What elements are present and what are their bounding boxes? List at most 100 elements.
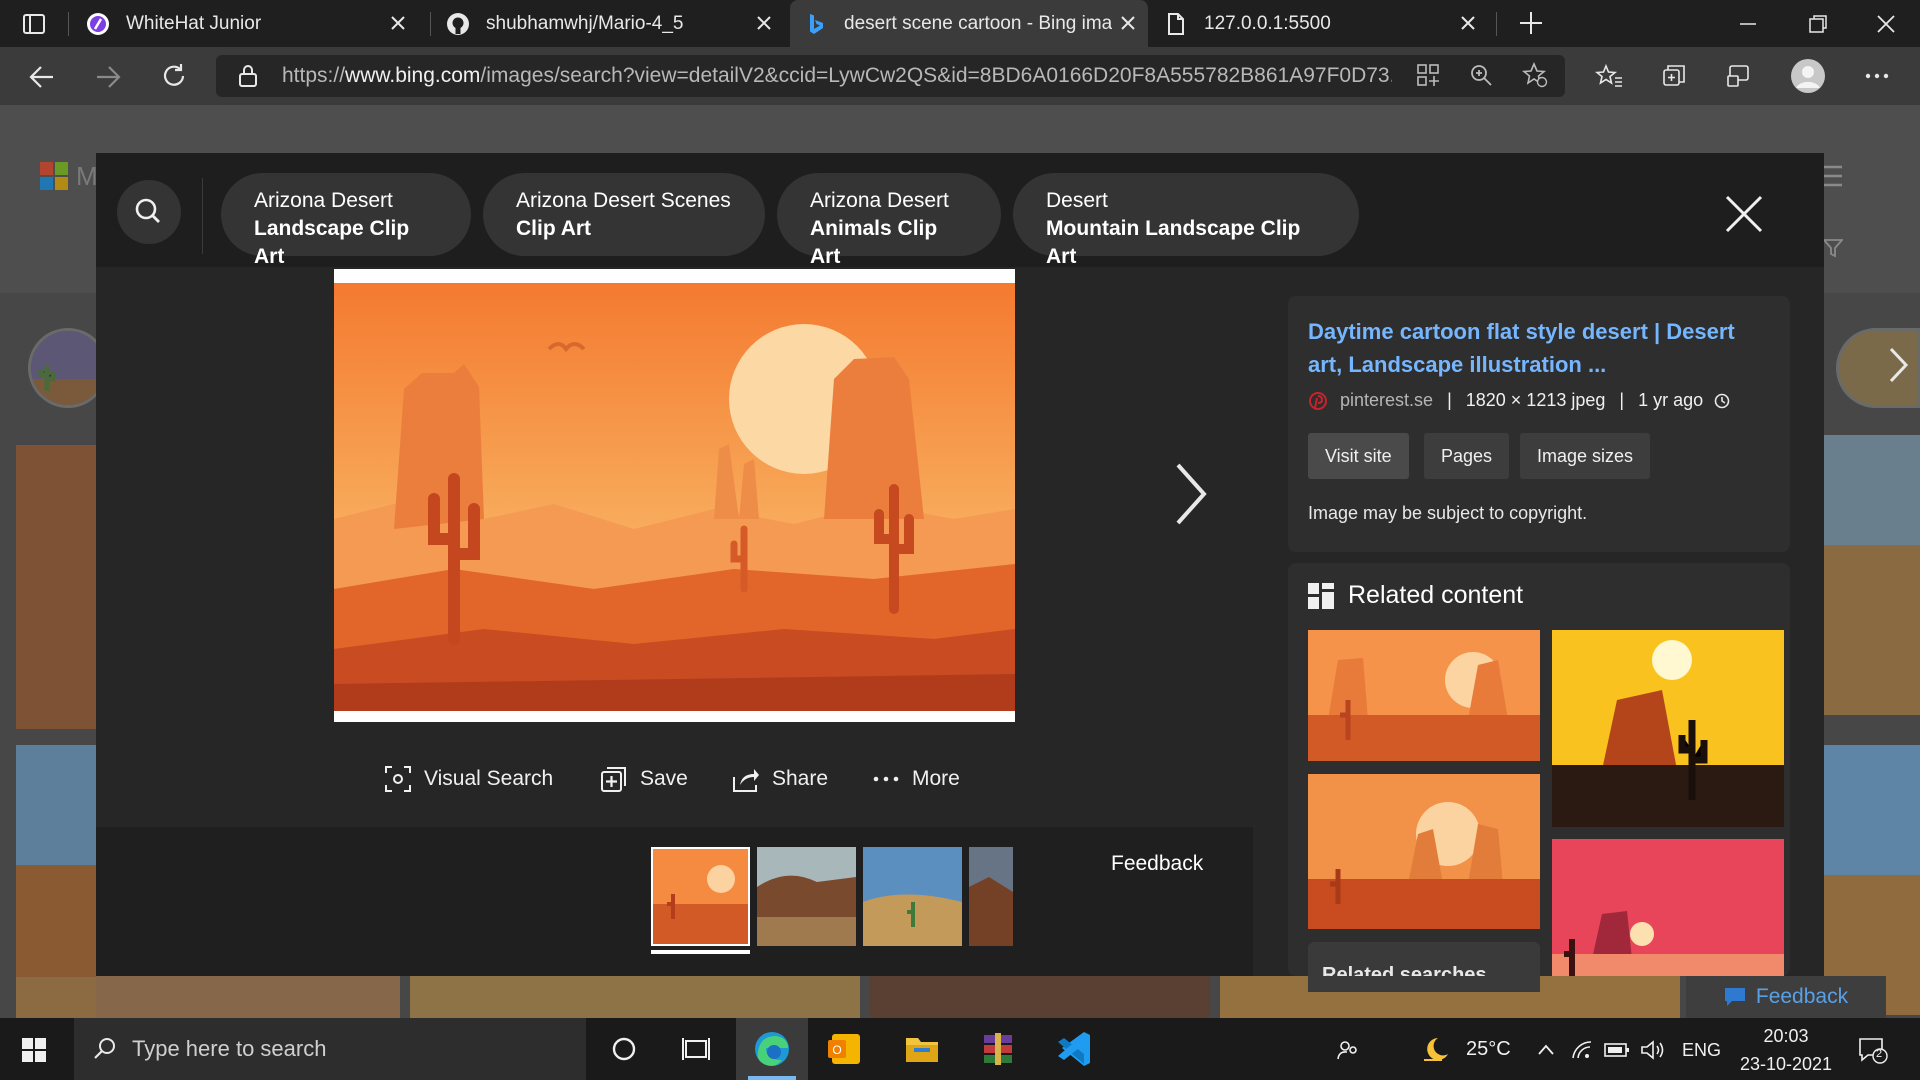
pill-line2: Clip Art	[516, 217, 592, 240]
chevron-up-icon[interactable]	[1536, 1040, 1556, 1060]
source-row: pinterest.se | 1820 × 1213 jpeg | 1 yr a…	[1308, 390, 1731, 411]
language-indicator[interactable]: ENG	[1682, 1040, 1721, 1061]
separator: |	[1619, 390, 1625, 410]
filter-icon[interactable]	[1823, 238, 1843, 258]
image-title-link[interactable]: Daytime cartoon flat style desert | Dese…	[1308, 315, 1748, 381]
page-feedback-button[interactable]: Feedback	[1686, 976, 1886, 1018]
clock-date[interactable]: 23-10-2021	[1736, 1054, 1836, 1075]
related-pill-4[interactable]: Desert Mountain Landscape Clip Art	[1013, 173, 1359, 268]
zoom-icon[interactable]	[1469, 63, 1493, 87]
related-pill-3[interactable]: Arizona Desert Animals Clip Art	[777, 173, 1001, 268]
windows-start-icon[interactable]	[22, 1038, 46, 1062]
url-text[interactable]: https://www.bing.com/images/search?view=…	[282, 64, 1392, 88]
add-favorite-icon[interactable]	[1522, 62, 1548, 88]
pages-button[interactable]: Pages	[1424, 433, 1510, 479]
battery-icon[interactable]	[1604, 1040, 1630, 1060]
related-pill-1[interactable]: Arizona Desert Landscape Clip Art	[221, 173, 471, 268]
file-explorer-icon[interactable]	[886, 1018, 958, 1080]
backdrop-bottom	[96, 976, 1824, 1018]
vscode-icon[interactable]	[1038, 1018, 1110, 1080]
share-button[interactable]: Share	[732, 765, 828, 793]
weather-icon[interactable]	[1420, 1034, 1452, 1064]
wifi-icon[interactable]	[1570, 1038, 1594, 1062]
pill-line2: Mountain Landscape Clip Art	[1046, 217, 1301, 268]
next-image-icon[interactable]	[1172, 459, 1208, 529]
filmstrip-thumb-active[interactable]	[651, 847, 750, 946]
close-window-icon[interactable]	[1874, 12, 1898, 36]
tab-whitehat[interactable]: WhiteHat Junior	[72, 0, 418, 47]
notifications-icon[interactable]: 2	[1858, 1036, 1888, 1064]
url-path: /images/search?view=detailV2&ccid=LywCw2…	[480, 64, 1392, 87]
save-label: Save	[640, 767, 688, 790]
related-grid-icon	[1308, 582, 1334, 609]
more-button[interactable]: More	[872, 765, 960, 793]
pill-line1: Arizona Desert	[810, 189, 949, 212]
related-image[interactable]	[1552, 839, 1784, 976]
source-link[interactable]: pinterest.se	[1340, 390, 1433, 411]
taskbar-search-placeholder: Type here to search	[132, 1036, 327, 1061]
new-tab-icon[interactable]	[1518, 10, 1544, 36]
tab-actions-icon[interactable]	[22, 12, 46, 36]
profile-avatar[interactable]	[1791, 59, 1825, 93]
tab-bing[interactable]: desert scene cartoon - Bing imag	[790, 0, 1148, 47]
pill-line1: Arizona Desert Scenes	[516, 189, 731, 212]
save-button[interactable]: Save	[600, 765, 688, 793]
next-related-icon[interactable]	[1886, 345, 1910, 385]
related-image[interactable]	[1308, 630, 1540, 761]
more-menu-icon[interactable]	[1864, 66, 1890, 86]
close-tab-icon[interactable]	[1458, 13, 1478, 33]
copyright-note: Image may be subject to copyright.	[1308, 503, 1588, 523]
outlook-taskbar-icon[interactable]: O	[810, 1018, 882, 1080]
visual-search-icon	[385, 766, 411, 792]
image-sizes-button[interactable]: Image sizes	[1520, 433, 1651, 479]
feedback-link[interactable]: Feedback	[1111, 852, 1203, 876]
filmstrip-thumb[interactable]	[757, 847, 856, 946]
related-image[interactable]	[1308, 774, 1540, 929]
forward-icon[interactable]	[94, 64, 122, 90]
share-label: Share	[772, 767, 829, 790]
tab-github[interactable]: shubhamwhj/Mario-4_5	[432, 0, 784, 47]
main-image[interactable]	[334, 269, 1015, 722]
edge-taskbar-icon[interactable]	[736, 1018, 808, 1080]
history-icon	[1714, 393, 1730, 408]
app-available-icon[interactable]	[1416, 63, 1440, 87]
filmstrip-thumb[interactable]	[969, 847, 1013, 946]
related-image[interactable]	[1552, 630, 1784, 827]
close-modal-icon[interactable]	[1724, 194, 1764, 234]
refresh-icon[interactable]	[160, 62, 188, 90]
lock-icon[interactable]	[238, 64, 258, 88]
temperature[interactable]: 25°C	[1466, 1038, 1511, 1061]
close-tab-icon[interactable]	[388, 13, 408, 33]
volume-icon[interactable]	[1640, 1038, 1666, 1062]
notification-count: 2	[1876, 1048, 1883, 1060]
back-icon[interactable]	[28, 64, 56, 90]
document-icon	[1168, 12, 1184, 35]
collections-icon[interactable]	[1661, 63, 1687, 89]
visit-site-button[interactable]: Visit site	[1308, 433, 1409, 479]
bing-logo-text: M	[76, 161, 98, 191]
winrar-icon[interactable]	[962, 1018, 1034, 1080]
microsoft-logo[interactable]	[40, 162, 68, 190]
tab-localhost[interactable]: 127.0.0.1:5500	[1150, 0, 1488, 47]
related-pill-2[interactable]: Arizona Desert Scenes Clip Art	[483, 173, 765, 256]
minimize-icon[interactable]	[1736, 12, 1760, 36]
pill-line2: Landscape Clip Art	[254, 217, 410, 268]
close-tab-icon[interactable]	[754, 13, 774, 33]
favorites-icon[interactable]	[1595, 63, 1623, 89]
taskbar-search-box[interactable]: Type here to search	[74, 1018, 586, 1080]
related-content-title: Related content	[1348, 581, 1524, 609]
more-label: More	[912, 767, 960, 790]
active-indicator	[651, 950, 750, 954]
filmstrip-thumb[interactable]	[863, 847, 962, 946]
clock-time[interactable]: 20:03	[1758, 1026, 1814, 1047]
cortana-icon[interactable]	[588, 1018, 660, 1080]
share-screen-icon[interactable]	[1726, 63, 1752, 89]
task-view-icon[interactable]	[660, 1018, 732, 1080]
tab-separator	[430, 12, 431, 36]
page-feedback-label: Feedback	[1755, 985, 1849, 1008]
visual-search-button[interactable]: Visual Search	[384, 765, 553, 793]
search-button[interactable]	[117, 180, 181, 244]
people-icon[interactable]	[1336, 1038, 1360, 1062]
close-tab-icon[interactable]	[1118, 13, 1138, 33]
restore-icon[interactable]	[1806, 12, 1830, 36]
